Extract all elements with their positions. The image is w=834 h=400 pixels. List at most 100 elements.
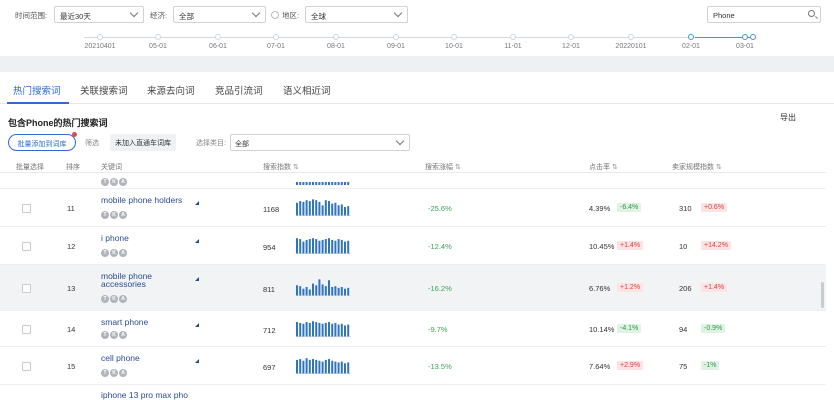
keyword-tool-icon[interactable]: K (110, 178, 118, 186)
scrollbar-thumb[interactable] (821, 282, 824, 308)
keyword-link[interactable]: cell phone (101, 354, 196, 363)
timeline-tick[interactable] (273, 34, 279, 40)
keyword-tool-icon[interactable]: A (119, 369, 127, 377)
keyword-tool-icon[interactable]: T (101, 211, 109, 219)
sparkline-bar (331, 287, 334, 296)
table-row-partial[interactable]: iphone 13 pro max pho (0, 385, 826, 400)
timeline-tick[interactable] (393, 34, 399, 40)
keyword-link[interactable]: mobile phone accessories (101, 272, 196, 289)
tab-related-keywords[interactable]: 关联搜索词 (80, 83, 128, 97)
keyword-tool-icon[interactable]: T (101, 331, 109, 339)
timeline-handle[interactable] (750, 34, 756, 40)
keyword-link[interactable]: mobile phone holders (101, 196, 196, 205)
batch-add-button[interactable]: 批量添加到词库 (8, 134, 76, 151)
timeline-tick[interactable] (628, 34, 634, 40)
keyword-tool-icon[interactable]: T (101, 369, 109, 377)
timeline-tick[interactable] (510, 34, 516, 40)
search-index-value: 697 (263, 363, 276, 372)
category-select[interactable]: 全部 (173, 6, 266, 23)
sort-icon[interactable]: ⇅ (291, 164, 299, 171)
timeline-tick[interactable] (97, 34, 103, 40)
table-row[interactable]: 13 mobile phone accessories T K A 811 -16.2% 6.… (0, 265, 826, 311)
active-tab-indicator (7, 102, 69, 104)
keyword-tool-icon[interactable]: A (119, 211, 127, 219)
sparkline-bar (321, 182, 324, 185)
keyword-link[interactable]: i phone (101, 234, 196, 243)
time-range-label: 时间范围: (15, 11, 48, 20)
tab-semantic-keywords[interactable]: 语义相近词 (283, 83, 331, 97)
timeline-tick[interactable] (568, 34, 574, 40)
row-checkbox[interactable] (22, 362, 31, 371)
sparkline-bar (328, 280, 330, 296)
sparkline-bar (308, 239, 311, 254)
timeline-label: 10-01 (445, 43, 463, 50)
sort-icon[interactable]: ⇅ (714, 164, 722, 171)
sparkline-bar (302, 182, 305, 185)
tab-source-keywords[interactable]: 来源去向词 (147, 83, 195, 97)
timeline-tick[interactable] (451, 34, 457, 40)
sparkline-bar (324, 182, 327, 185)
tab-competitor-keywords[interactable]: 竞品引流词 (215, 83, 263, 97)
keyword-tool-icon[interactable]: A (119, 331, 127, 339)
sparkline-bar (340, 239, 343, 254)
sparkline-bar (328, 201, 330, 216)
timeline-tick[interactable] (333, 34, 339, 40)
keyword-tool-icon[interactable]: A (119, 178, 127, 186)
keyword-tool-icon[interactable]: K (110, 211, 118, 219)
header-ctr[interactable]: 点击率 ⇅ (589, 162, 618, 172)
timeline-label: 03-01 (736, 43, 754, 50)
header-select: 批量选择 (16, 164, 44, 171)
table-row[interactable]: 11 mobile phone holders T K A 1168 -25.6% 4.39%… (0, 189, 826, 227)
table-row[interactable]: 14 smart phone T K A 712 -9.7% 10.14% -4.1% 94 -0.… (0, 311, 826, 347)
keyword-tool-icon[interactable]: A (119, 249, 127, 257)
search-icon[interactable] (808, 10, 815, 17)
header-search-growth[interactable]: 搜索涨幅 ⇅ (425, 162, 461, 172)
row-checkbox[interactable] (22, 284, 31, 293)
sparkline-bar (296, 322, 298, 337)
timeline-track[interactable] (84, 37, 756, 38)
keyword-tool-icon[interactable]: T (101, 295, 109, 303)
table-row[interactable]: 15 cell phone T K A 697 -13.5% 7.64% +2.9% 75 -1% (0, 347, 826, 385)
keyword-tool-icon[interactable]: K (110, 331, 118, 339)
timeline-tick[interactable] (688, 34, 694, 40)
keyword-tool-icon[interactable]: A (119, 295, 127, 303)
row-checkbox[interactable] (22, 242, 31, 251)
keyword-tool-icon[interactable]: K (110, 295, 118, 303)
timeline-tick[interactable] (155, 34, 161, 40)
time-range-select[interactable]: 最近30天 (54, 6, 144, 23)
sparkline-bar (337, 205, 340, 216)
category-filter-select[interactable]: 全部 (230, 134, 410, 151)
section-title: 包含Phone的热门搜索词 (8, 118, 108, 128)
timeline-tick[interactable] (215, 34, 221, 40)
sparkline-bar (299, 201, 302, 216)
row-checkbox[interactable] (22, 204, 31, 213)
row-rank: 11 (67, 204, 75, 213)
sort-icon[interactable]: ⇅ (453, 164, 461, 171)
keyword-tool-icon[interactable]: K (110, 369, 118, 377)
table-row[interactable]: 12 i phone T K A 954 -12.4% 10.45% +1.4% 10 +14.2% (0, 227, 826, 265)
keyword-tool-icon[interactable]: T (101, 249, 109, 257)
seller-scale-value: 206 (679, 284, 692, 293)
export-button[interactable]: 导出 (780, 112, 796, 123)
header-seller-scale[interactable]: 卖家规模指数 ⇅ (672, 162, 722, 172)
timeline-label: 07-01 (267, 43, 285, 50)
chevron-down-icon (393, 8, 403, 18)
keyword-tool-icon[interactable]: T (101, 178, 109, 186)
filter-bar: 时间范围: 最近30天 经济: 全部 地区: 全球 Phone 20210401… (0, 0, 834, 56)
filter-tag-button[interactable]: 未加入直通车词库 (110, 134, 176, 151)
sort-icon[interactable]: ⇅ (610, 164, 618, 171)
keyword-tool-icons: TKA (101, 211, 127, 219)
sparkline-bar (312, 359, 314, 374)
header-search-index[interactable]: 搜索指数 ⇅ (263, 162, 299, 172)
category-filter-value: 全部 (235, 141, 249, 148)
region-toggle[interactable] (271, 11, 279, 19)
row-checkbox[interactable] (22, 325, 31, 334)
keyword-link[interactable]: iphone 13 pro max pho (101, 391, 196, 400)
sparkline-bar (318, 279, 321, 296)
tab-hot-keywords[interactable]: 热门搜索词 (13, 83, 61, 97)
timeline-tick[interactable] (742, 34, 748, 40)
region-select[interactable]: 全球 (305, 6, 408, 23)
search-input[interactable]: Phone (707, 6, 821, 23)
keyword-link[interactable]: smart phone (101, 318, 196, 327)
keyword-tool-icon[interactable]: K (110, 249, 118, 257)
